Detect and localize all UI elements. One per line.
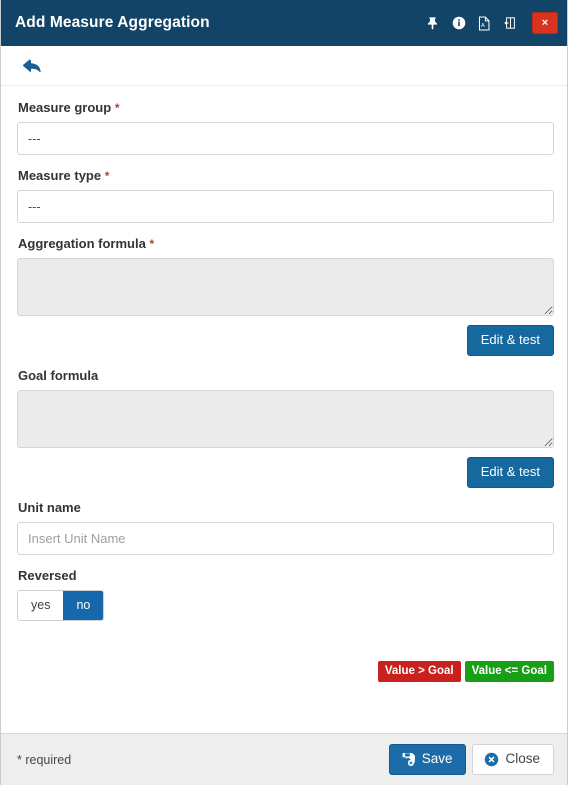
required-asterisk: * — [114, 101, 120, 115]
goal-formula-actions: Edit & test — [17, 457, 554, 488]
save-button[interactable]: Save — [388, 744, 467, 775]
measure-type-label-text: Measure type — [18, 168, 102, 183]
info-icon[interactable] — [451, 15, 466, 31]
unit-name-input[interactable] — [17, 522, 554, 555]
save-disk-icon — [401, 752, 416, 767]
required-note: * required — [17, 752, 72, 767]
aggregation-formula-label: Aggregation formula * — [18, 236, 552, 252]
aggregation-formula-actions: Edit & test — [17, 325, 554, 356]
measure-group-select[interactable]: --- — [17, 122, 554, 155]
field-reversed: Reversed yes no — [17, 568, 552, 631]
measure-type-select[interactable]: --- — [17, 190, 554, 223]
add-measure-aggregation-dialog: Add Measure Aggregation A × Measure grou… — [0, 0, 568, 785]
close-button-label: Close — [505, 751, 540, 766]
reversed-toggle-group: yes no — [17, 590, 105, 621]
measure-type-label: Measure type * — [18, 168, 552, 184]
field-measure-group: Measure group * --- — [17, 100, 554, 155]
titlebar-icon-group: A × — [425, 12, 558, 34]
dialog-titlebar: Add Measure Aggregation A × — [1, 0, 567, 46]
goal-formula-textarea[interactable] — [17, 390, 554, 448]
aggregation-formula-textarea[interactable] — [17, 258, 554, 316]
goal-comparison-legend: Value > Goal Value <= Goal — [17, 661, 554, 682]
required-asterisk: * — [149, 237, 155, 251]
legend-badge-value-less-equal-goal: Value <= Goal — [464, 661, 554, 682]
reversed-toggle-yes[interactable]: yes — [18, 591, 64, 620]
legend-badge-value-greater-than-goal: Value > Goal — [377, 661, 461, 682]
goal-formula-label-text: Goal formula — [18, 368, 99, 383]
field-aggregation-formula: Aggregation formula * Edit & test — [17, 236, 554, 356]
svg-text:A: A — [481, 23, 485, 29]
back-arrow-icon[interactable] — [19, 54, 43, 78]
close-window-button[interactable]: × — [532, 12, 558, 34]
dialog-toolbar — [1, 46, 567, 86]
dialog-footer: * required Save Close — [1, 733, 567, 785]
goal-formula-label: Goal formula — [18, 368, 552, 384]
aggregation-edit-test-button[interactable]: Edit & test — [466, 325, 554, 356]
dialog-body: Measure group * --- Measure type * --- A… — [1, 86, 567, 733]
measure-group-value: --- — [28, 131, 41, 146]
unit-name-label: Unit name — [18, 500, 552, 516]
close-icon: × — [541, 16, 549, 29]
aggregation-formula-label-text: Aggregation formula — [18, 236, 146, 251]
measure-type-value: --- — [28, 199, 41, 214]
pdf-icon[interactable]: A — [477, 15, 492, 31]
pin-icon[interactable] — [425, 15, 440, 31]
required-asterisk: * — [104, 169, 110, 183]
field-measure-type: Measure type * --- — [17, 168, 554, 223]
reversed-toggle-no[interactable]: no — [63, 591, 104, 620]
footer-actions: Save Close — [388, 744, 554, 775]
reversed-label: Reversed — [18, 568, 552, 584]
reversed-label-text: Reversed — [18, 568, 77, 583]
close-circle-icon — [484, 752, 499, 767]
dialog-title: Add Measure Aggregation — [15, 14, 210, 31]
goal-edit-test-button[interactable]: Edit & test — [466, 457, 554, 488]
field-goal-formula: Goal formula Edit & test — [17, 368, 554, 488]
field-unit-name: Unit name — [17, 500, 554, 568]
measure-group-label: Measure group * — [18, 100, 552, 116]
unit-name-label-text: Unit name — [18, 500, 81, 515]
expand-icon[interactable] — [503, 15, 518, 31]
save-button-label: Save — [421, 751, 453, 766]
measure-group-label-text: Measure group — [18, 100, 112, 115]
close-button[interactable]: Close — [472, 744, 554, 775]
